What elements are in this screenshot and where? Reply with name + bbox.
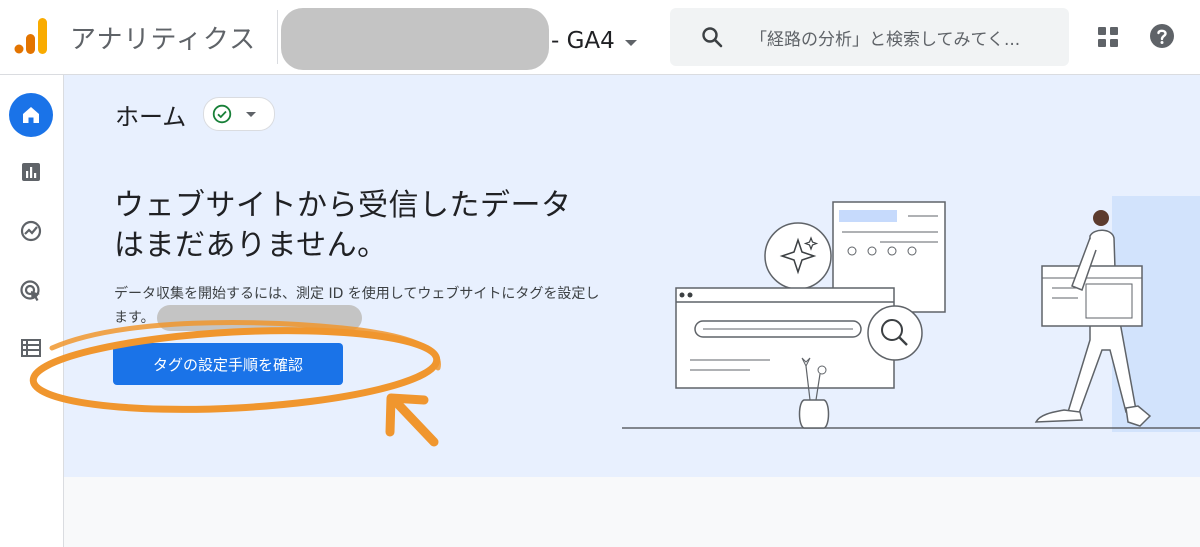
header-divider [277, 10, 278, 64]
explore-icon [20, 220, 42, 242]
empty-state-description: データ収集を開始するには、測定 ID を使用してウェブサイトにタグを設定します。 [114, 283, 604, 331]
help-icon[interactable] [1149, 23, 1175, 49]
top-bar: アナリティクス - GA4 「経路の分析」と検索してみてく... [0, 0, 1200, 75]
chevron-down-icon [246, 112, 256, 117]
nav-reports[interactable] [9, 150, 53, 194]
search-bar[interactable]: 「経路の分析」と検索してみてく... [670, 8, 1069, 66]
view-tag-instructions-button[interactable]: タグの設定手順を確認 [113, 343, 343, 385]
search-input[interactable]: 「経路の分析」と検索してみてく... [750, 25, 1058, 50]
product-name: アナリティクス [70, 25, 257, 55]
chevron-down-icon [624, 39, 637, 46]
advertising-icon [20, 280, 40, 301]
content-footer-area [64, 477, 1200, 547]
apps-icon[interactable] [1097, 26, 1119, 48]
nav-home[interactable] [9, 93, 53, 137]
check-circle-icon [212, 104, 232, 124]
redacted-account-name[interactable] [281, 8, 549, 70]
nav-advertising[interactable] [9, 269, 53, 313]
property-selector[interactable]: - GA4 [551, 28, 637, 54]
page-title: ホーム [115, 103, 187, 131]
nav-configure[interactable] [9, 326, 53, 370]
nav-explore[interactable] [9, 209, 53, 253]
property-name: - GA4 [551, 28, 615, 54]
left-nav-rail [0, 75, 64, 547]
empty-state-illustration [622, 196, 1200, 432]
data-status-chip[interactable] [203, 97, 275, 131]
redacted-measurement-id [156, 305, 362, 331]
analytics-logo[interactable] [14, 18, 48, 54]
home-icon [23, 107, 39, 123]
empty-state-headline: ウェブサイトから受信したデータはまだありません。 [114, 188, 572, 263]
configure-icon [21, 339, 41, 357]
search-icon [702, 27, 723, 48]
reports-icon [22, 163, 40, 181]
